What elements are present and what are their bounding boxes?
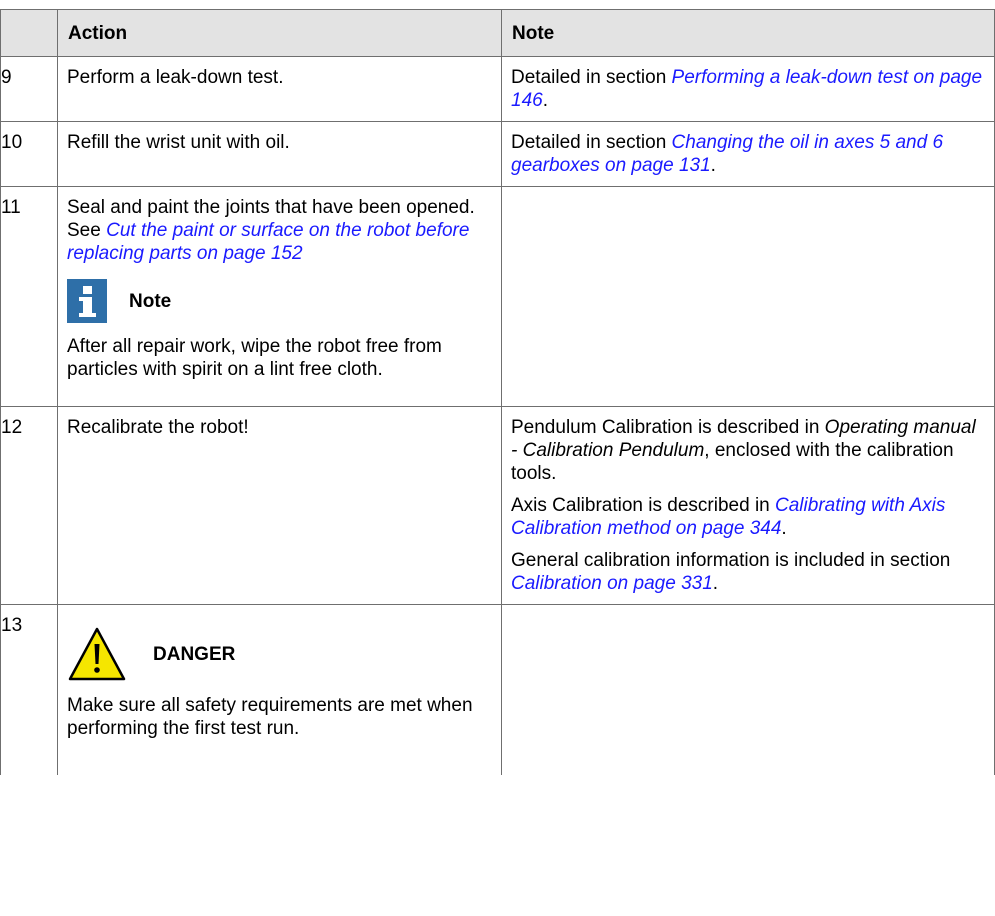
warning-triangle-icon [67,626,127,682]
step-action: Perform a leak-down test. [67,67,284,88]
callout-text: Make sure all safety requirements are me… [67,695,473,739]
cross-reference-link[interactable]: Calibration on page 331 [511,573,713,594]
note-text: Detailed in section [511,67,672,88]
danger-callout: DANGER [67,626,493,682]
note-callout: Note [67,279,493,323]
step-action: DANGER Make sure all safety requirements… [58,605,501,749]
note-paragraph: Pendulum Calibration is described in Ope… [511,417,976,484]
header-action-label: Action [68,22,128,44]
callout-text: After all repair work, wipe the robot fr… [67,336,442,380]
step-note [502,605,994,623]
step-number: 11 [1,197,21,218]
note-paragraph: General calibration information is inclu… [511,550,951,594]
note-text: Detailed in section [511,132,672,153]
action-paragraph: Seal and paint the joints that have been… [67,196,493,265]
step-number: 9 [1,67,12,88]
step-number: 12 [1,417,23,438]
step-action: Recalibrate the robot! [67,417,249,438]
table-row: 13 DANGER Make sure all safety requireme… [0,604,995,775]
procedure-table: Action Note 9 Perform a leak-down test. … [0,9,995,775]
cross-reference-link[interactable]: Cut the paint or surface on the robot be… [67,220,469,264]
step-note: Detailed in section Performing a leak-do… [502,57,994,121]
note-text: . [710,155,716,176]
info-note-icon [67,279,107,323]
step-note: Detailed in section Changing the oil in … [502,122,994,186]
header-number [0,9,58,57]
header-note: Note [501,9,995,57]
table-row: 9 Perform a leak-down test. Detailed in … [0,56,995,122]
table-row: 12 Recalibrate the robot! Pendulum Calib… [0,406,995,605]
step-note: Pendulum Calibration is described in Ope… [502,407,994,604]
step-action: Seal and paint the joints that have been… [58,187,501,390]
header-note-label: Note [512,22,555,44]
header-action: Action [57,9,502,57]
callout-label: DANGER [153,643,236,665]
table-header-row: Action Note [0,9,995,57]
table-row: 10 Refill the wrist unit with oil. Detai… [0,121,995,187]
note-paragraph: Axis Calibration is described in Calibra… [511,495,946,539]
table-row: 11 Seal and paint the joints that have b… [0,186,995,407]
note-text: . [542,90,548,111]
step-note [502,187,994,205]
step-number: 13 [1,615,23,636]
step-number: 10 [1,132,23,153]
step-action: Refill the wrist unit with oil. [67,132,290,153]
callout-label: Note [129,290,172,312]
